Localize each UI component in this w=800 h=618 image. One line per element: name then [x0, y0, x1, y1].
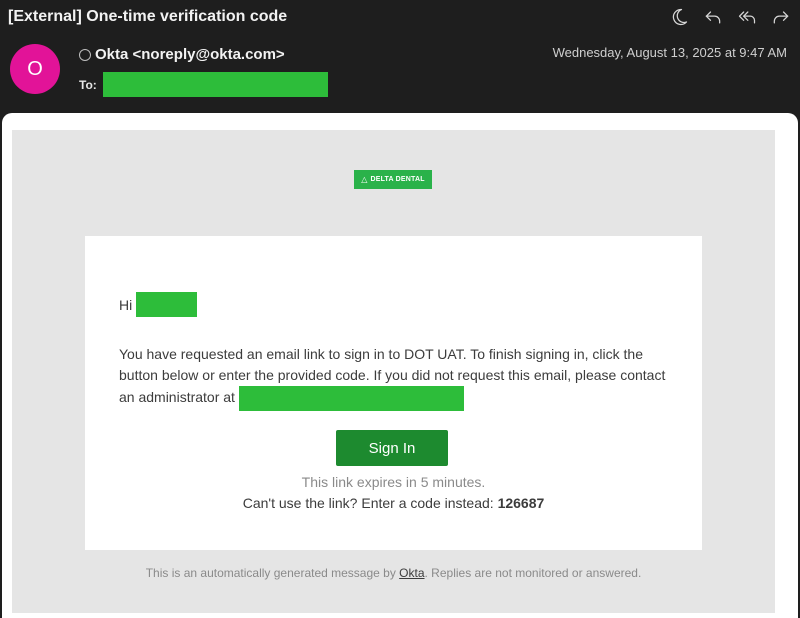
- to-label: To:: [79, 77, 97, 92]
- delta-dental-logo: △ DELTA DENTAL: [354, 170, 432, 189]
- forward-icon[interactable]: [770, 6, 792, 28]
- expiry-notice: This link expires in 5 minutes.: [301, 474, 486, 490]
- sender-name[interactable]: Okta <noreply@okta.com>: [95, 46, 285, 63]
- message-date: Wednesday, August 13, 2025 at 9:47 AM: [552, 45, 787, 60]
- reply-all-icon[interactable]: [736, 6, 758, 28]
- footer-suffix: . Replies are not monitored or answered.: [424, 566, 642, 580]
- sign-in-button[interactable]: Sign In: [336, 430, 448, 466]
- message-body-pane: △ DELTA DENTAL Hi You have requested an …: [2, 113, 798, 618]
- reply-icon[interactable]: [702, 6, 724, 28]
- verification-code: 126687: [497, 495, 545, 511]
- logo-text: DELTA DENTAL: [370, 176, 425, 183]
- recipient-row: To:: [79, 72, 328, 97]
- sender-avatar: O: [10, 44, 60, 94]
- moon-icon[interactable]: [668, 6, 690, 28]
- code-line: Can't use the link? Enter a code instead…: [85, 495, 702, 511]
- delta-triangle-icon: △: [361, 175, 368, 184]
- code-prompt: Can't use the link? Enter a code instead…: [242, 495, 498, 511]
- unread-dot-icon[interactable]: [79, 48, 91, 61]
- name-redaction: [136, 292, 198, 317]
- subject-line: [External] One-time verification code: [8, 8, 288, 25]
- greeting: Hi: [119, 292, 198, 317]
- greeting-text: Hi: [119, 296, 133, 313]
- email-body: You have requested an email link to sign…: [119, 344, 679, 411]
- admin-email-redaction: [238, 386, 464, 411]
- email-card: Hi You have requested an email link to s…: [85, 236, 702, 550]
- email-background: △ DELTA DENTAL Hi You have requested an …: [12, 130, 775, 613]
- message-header: [External] One-time verification code O …: [0, 0, 800, 116]
- okta-link[interactable]: Okta: [399, 566, 424, 580]
- email-footer: This is an automatically generated messa…: [12, 566, 775, 580]
- sender-row: Okta <noreply@okta.com>: [79, 46, 285, 63]
- recipient-redaction: [102, 72, 328, 97]
- message-toolbar: [668, 6, 792, 28]
- footer-prefix: This is an automatically generated messa…: [145, 566, 400, 580]
